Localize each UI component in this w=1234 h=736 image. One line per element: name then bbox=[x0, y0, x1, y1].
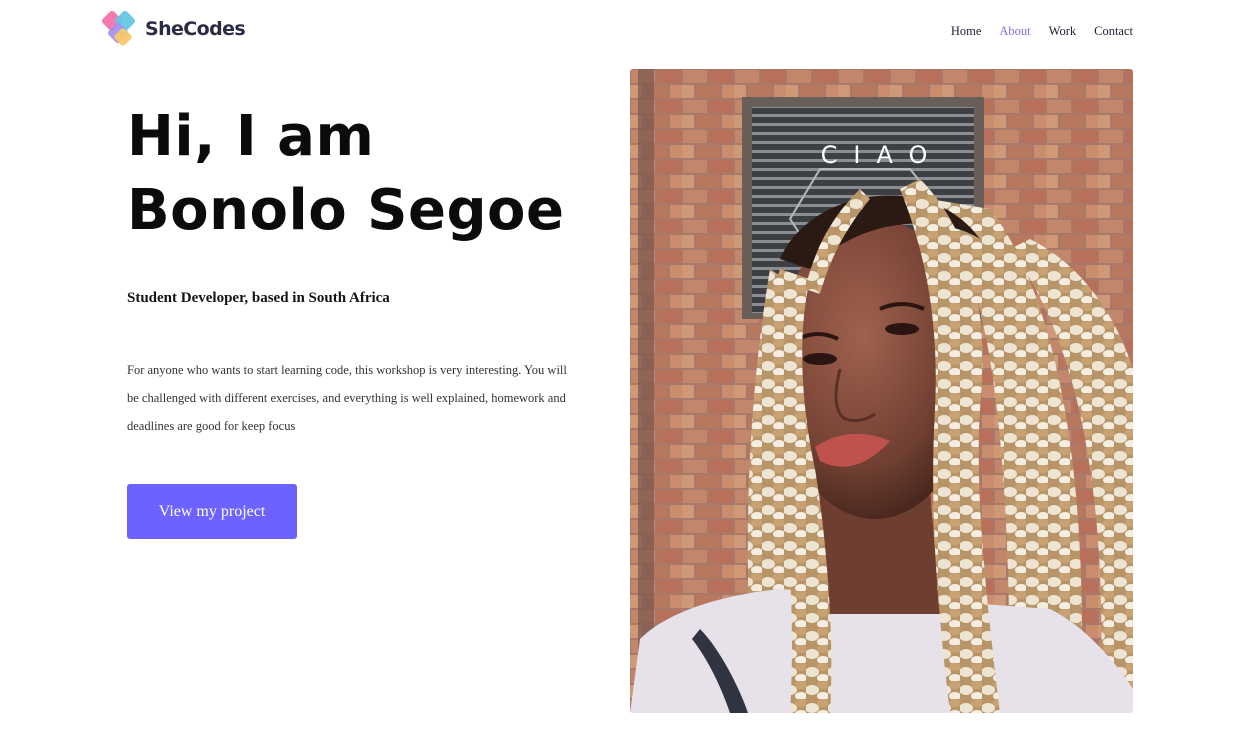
nav-link-contact[interactable]: Contact bbox=[1094, 24, 1133, 38]
profile-photo: CIAO bbox=[630, 69, 1133, 713]
nav-link-work[interactable]: Work bbox=[1049, 24, 1076, 38]
ciao-sign: CIAO bbox=[821, 141, 944, 169]
hero-title-line-2: Bonolo Segoe bbox=[127, 178, 565, 243]
nav-link-about[interactable]: About bbox=[999, 24, 1030, 38]
hero-title: Hi, I am Bonolo Segoe bbox=[127, 100, 597, 248]
main-nav: Home About Work Contact bbox=[951, 22, 1133, 40]
nav-item-work: Work bbox=[1049, 22, 1076, 40]
brand-logo[interactable]: SheCodes bbox=[100, 10, 246, 48]
hero-title-line-1: Hi, I am bbox=[127, 104, 375, 169]
nav-item-about: About bbox=[999, 22, 1030, 40]
hero-subtitle: Student Developer, based in South Africa bbox=[127, 290, 390, 306]
view-project-button[interactable]: View my project bbox=[127, 484, 297, 539]
hero-description: For anyone who wants to start learning c… bbox=[127, 363, 567, 433]
nav-item-home: Home bbox=[951, 22, 982, 40]
nav-link-home[interactable]: Home bbox=[951, 24, 982, 38]
nav-item-contact: Contact bbox=[1094, 22, 1133, 40]
diamond-tiles-logo-icon bbox=[101, 10, 136, 46]
profile-photo-illustration: CIAO bbox=[630, 69, 1133, 713]
brand-name: SheCodes bbox=[145, 18, 246, 40]
